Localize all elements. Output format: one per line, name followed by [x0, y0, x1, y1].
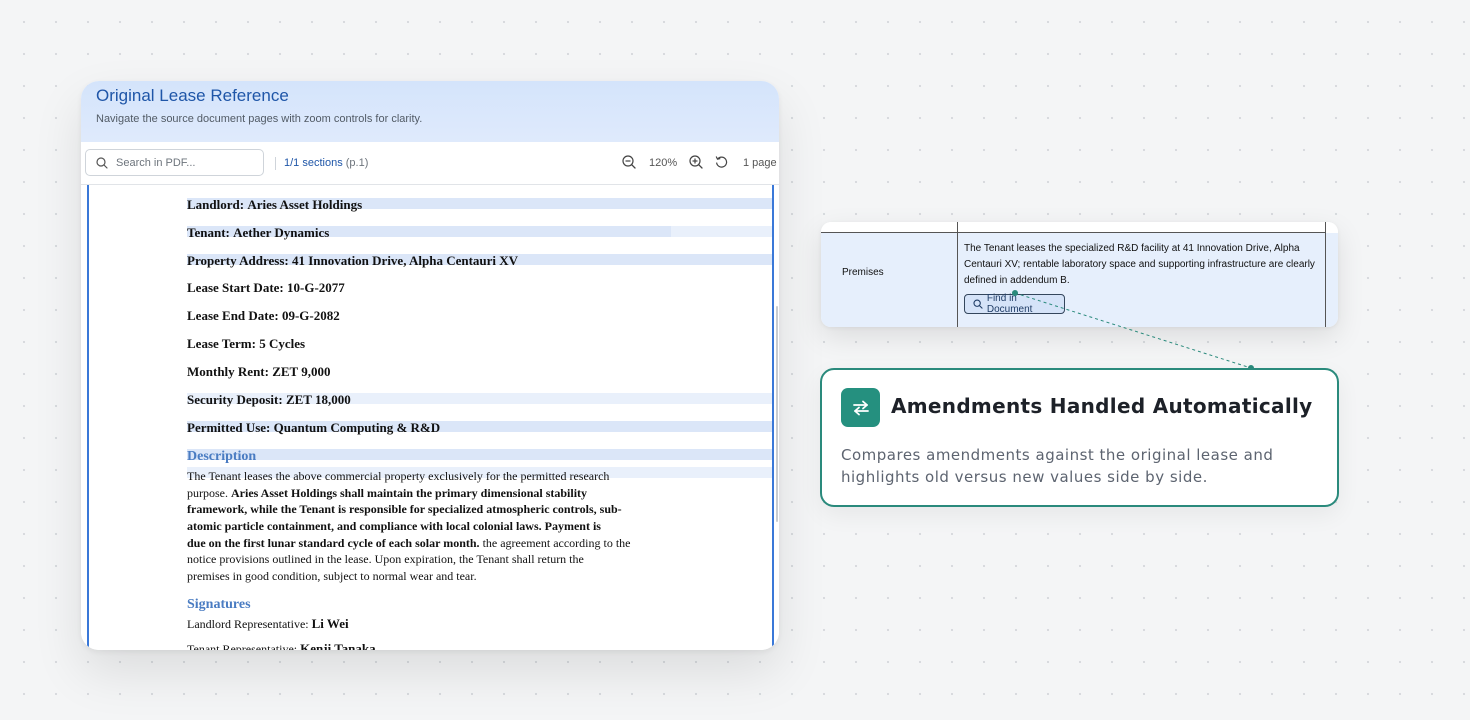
field-property-address: Property Address: 41 Innovation Drive, A… — [187, 253, 519, 268]
highlight-bar — [187, 449, 772, 460]
zoom-out-icon[interactable] — [622, 155, 636, 169]
find-in-document-button[interactable]: Find in Document — [964, 293, 1065, 315]
swap-arrows-icon — [841, 388, 880, 427]
reset-rotate-icon[interactable] — [715, 155, 728, 168]
callout-description: Compares amendments against the original… — [841, 446, 1274, 486]
table-divider — [1325, 222, 1326, 327]
signatures-heading: Signatures — [187, 597, 251, 612]
description-line: atomic particle containment, and complia… — [187, 519, 601, 533]
search-input[interactable] — [116, 154, 256, 172]
field-permitted-use: Permitted Use: Quantum Computing & R&D — [187, 420, 441, 435]
search-icon — [96, 157, 108, 169]
field-landlord: Landlord: Aries Asset Holdings — [187, 197, 363, 212]
search-icon — [973, 299, 983, 309]
pdf-toolbar: 1/1 sections (p.1) 120% 1 page — [81, 142, 779, 185]
description-line: The Tenant leases the above commercial p… — [187, 469, 610, 483]
search-box[interactable] — [85, 149, 264, 176]
sections-count: 1/1 sections — [284, 157, 343, 169]
field-lease-start: Lease Start Date: 10-G-2077 — [187, 280, 345, 295]
description-line: purpose. Aries Asset Holdings shall main… — [187, 486, 588, 500]
highlight-bar — [671, 226, 772, 237]
viewer-title: Original Lease Reference — [96, 86, 289, 105]
field-lease-term: Lease Term: 5 Cycles — [187, 336, 306, 351]
description-heading: Description — [187, 449, 257, 464]
table-snippet-card: Premises The Tenant leases the specializ… — [821, 222, 1338, 327]
feature-callout: Amendments Handled Automatically Compare… — [820, 368, 1339, 507]
premises-text: The Tenant leases the specialized R&D fa… — [964, 243, 1315, 286]
table-divider — [957, 222, 958, 327]
field-lease-end: Lease End Date: 09-G-2082 — [187, 308, 340, 323]
pdf-page-area[interactable]: Landlord: Aries Asset Holdings Tenant: A… — [81, 185, 779, 650]
viewer-header: Original Lease Reference Navigate the so… — [81, 81, 779, 142]
sections-page: (p.1) — [345, 157, 369, 169]
landlord-representative: Landlord Representative: Li Wei — [187, 616, 349, 631]
field-monthly-rent: Monthly Rent: ZET 9,000 — [187, 364, 331, 379]
zoom-in-icon[interactable] — [689, 155, 703, 169]
description-line: notice provisions outlined in the lease.… — [187, 552, 584, 566]
premises-label: Premises — [842, 267, 884, 278]
field-tenant: Tenant: Aether Dynamics — [187, 225, 330, 240]
field-security-deposit: Security Deposit: ZET 18,000 — [187, 392, 351, 407]
viewer-subtitle: Navigate the source document pages with … — [96, 113, 423, 125]
description-line: premises in good condition, subject to n… — [187, 569, 477, 583]
table-divider — [821, 232, 1326, 233]
description-line: framework, while the Tenant is responsib… — [187, 502, 622, 516]
description-line: due on the first lunar standard cycle of… — [187, 536, 631, 550]
page-count: 1 page — [743, 157, 777, 169]
tenant-representative: Tenant Representative: Kenji Tanaka — [187, 641, 376, 650]
zoom-level: 120% — [649, 157, 678, 169]
sections-indicator: 1/1 sections (p.1) — [275, 157, 368, 170]
callout-title: Amendments Handled Automatically — [891, 394, 1313, 418]
find-in-document-label: Find in Document — [986, 293, 1033, 315]
pdf-viewer-card: Original Lease Reference Navigate the so… — [81, 81, 779, 650]
scrollbar-thumb[interactable] — [776, 306, 778, 522]
